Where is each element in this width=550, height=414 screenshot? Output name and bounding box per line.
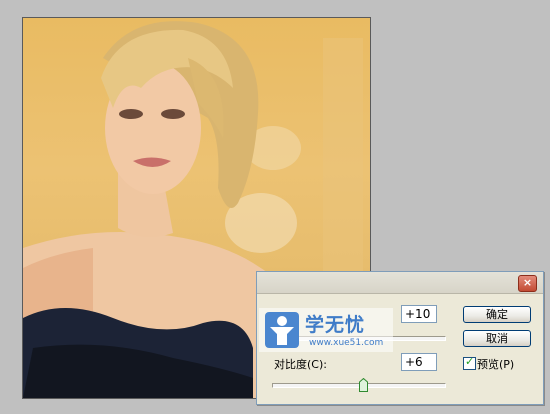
- close-button[interactable]: ×: [518, 275, 537, 292]
- contrast-label: 对比度(C):: [274, 358, 327, 371]
- check-icon: ✓: [465, 355, 475, 368]
- watermark-url: www.xue51.com: [309, 338, 384, 348]
- watermark: 学无忧 www.xue51.com: [259, 308, 393, 352]
- preview-label: 预览(P): [477, 358, 515, 371]
- watermark-title: 学无忧: [305, 314, 366, 336]
- brightness-value-field[interactable]: [401, 305, 437, 323]
- watermark-logo-icon: [265, 312, 299, 348]
- contrast-value-field[interactable]: [401, 353, 437, 371]
- ok-button[interactable]: 确定: [463, 306, 531, 323]
- contrast-slider-thumb[interactable]: [359, 378, 369, 392]
- preview-checkbox[interactable]: ✓: [463, 355, 476, 370]
- cancel-button[interactable]: 取消: [463, 330, 531, 347]
- dialog-titlebar: ×: [257, 272, 543, 294]
